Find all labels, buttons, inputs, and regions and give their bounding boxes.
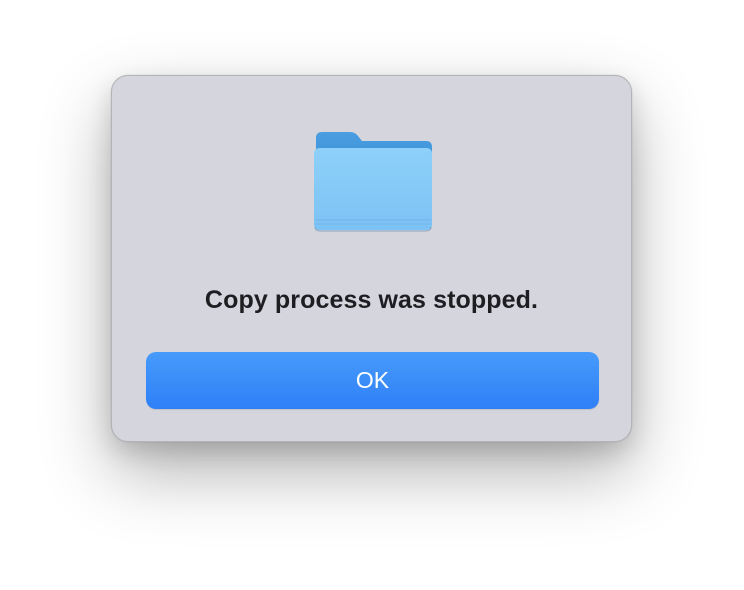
ok-button[interactable]: OK (146, 352, 599, 409)
alert-message: Copy process was stopped. (204, 286, 539, 314)
folder-icon (312, 130, 434, 234)
alert-dialog: Copy process was stopped. OK (111, 75, 632, 442)
screen: Copy process was stopped. OK (0, 0, 744, 590)
